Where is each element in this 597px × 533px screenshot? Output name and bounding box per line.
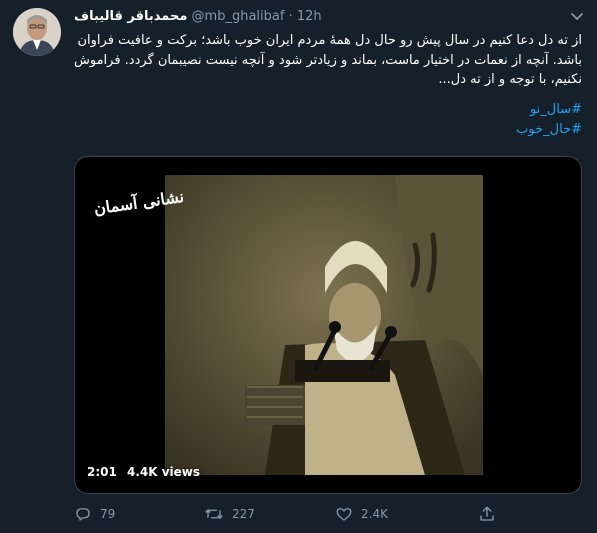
video-frame [165,175,483,475]
chevron-down-icon[interactable] [567,8,587,26]
handle[interactable]: @mb_ghalibaf [192,9,285,24]
display-name[interactable]: محمدباقر قالیباف [74,9,187,24]
reply-count: 79 [100,507,116,521]
retweet-icon [205,509,223,519]
video-views: 4.4K views [127,465,201,479]
like-button[interactable]: 2.4K [335,505,388,523]
avatar[interactable] [13,8,61,56]
video-player[interactable]: نشانی آسمان 2:01 4.4K views [74,156,582,494]
tweet-header: محمدباقر قالیباف @mb_ghalibaf · 12h [74,9,322,24]
heart-icon [336,508,352,521]
hashtags: #سال_نو #حال_خوب [74,100,582,140]
hashtag-link[interactable]: #حال_خوب [74,120,582,140]
tweet-actions: 79 227 2.4K [74,505,582,527]
share-icon [480,506,494,521]
retweet-button[interactable]: 227 [204,505,255,523]
video-duration: 2:01 [87,465,117,479]
share-button[interactable] [478,505,496,523]
hashtag-link[interactable]: #سال_نو [74,100,582,120]
timestamp[interactable]: 12h [297,9,322,24]
avatar-image [13,8,61,56]
like-count: 2.4K [361,507,388,521]
separator: · [288,9,293,24]
reply-icon [76,508,90,521]
retweet-count: 227 [232,507,255,521]
tweet-text: از ته دل دعا کنیم در سال پیش رو حال دل ه… [73,33,582,87]
reply-button[interactable]: 79 [74,505,115,523]
